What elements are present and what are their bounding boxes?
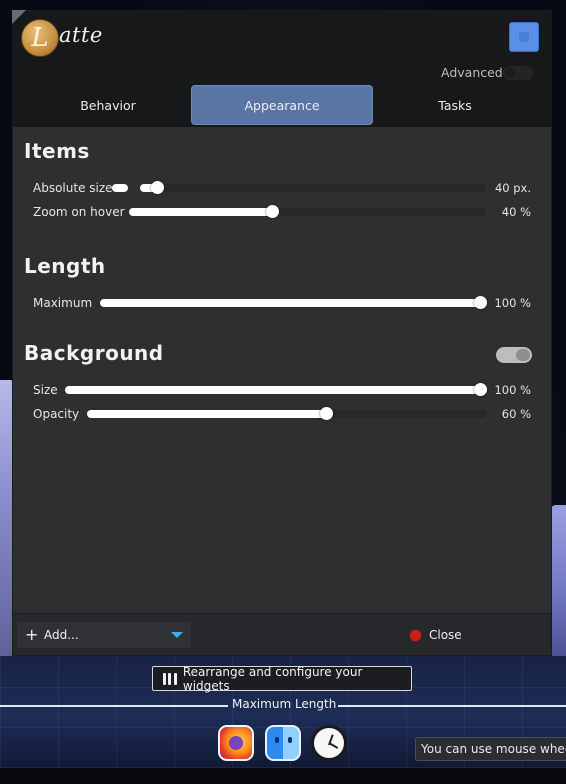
absolute-size-label: Absolute size [33,181,113,195]
zoom-on-hover-value: 40 % [501,205,531,219]
wallpaper-right-edge [550,505,566,660]
maximum-length-thumb[interactable] [474,296,487,309]
close-label: Close [429,628,462,642]
window-corner-marker [12,10,26,24]
add-label: Add... [44,628,79,642]
clock-icon[interactable] [311,725,347,761]
tab-appearance[interactable]: Appearance [191,85,373,125]
background-size-thumb[interactable] [474,383,487,396]
rearrange-icon [163,672,177,685]
window-footer: + Add... Close [13,613,551,655]
opacity-fill [87,410,326,418]
color-picker-button[interactable] [509,22,539,52]
zoom-on-hover-fill [129,208,272,216]
advanced-label: Advanced [441,65,503,80]
background-heading: Background [24,341,164,365]
close-icon [409,628,422,642]
chevron-down-icon[interactable] [171,632,183,638]
max-length-rule-left [0,705,228,707]
zoom-on-hover-slider[interactable] [129,205,486,218]
mouse-wheel-tooltip: You can use mouse wheel [415,737,566,761]
maximum-length-slider[interactable] [100,296,487,309]
background-toggle[interactable] [496,347,532,363]
screen-bottom-edge [0,768,566,784]
maximum-length-value: 100 % [494,296,531,310]
appearance-panel: Items Absolute size 40 px. Zoom on hover… [13,127,551,613]
advanced-toggle[interactable] [503,66,533,80]
opacity-value: 60 % [501,407,531,421]
rearrange-widgets-button[interactable]: Rearrange and configure your widgets [152,664,412,693]
background-size-fill [65,386,487,394]
latte-logo-icon: L [21,19,59,57]
brand-name: atte [59,23,103,47]
maximum-label: Maximum [33,296,93,310]
maximum-length-fill [100,299,487,307]
length-heading: Length [24,254,106,278]
close-button[interactable]: Close [409,622,462,648]
absolute-size-thumb[interactable] [151,181,164,194]
latte-settings-window: L atte Advanced Behavior Appearance Task… [12,10,552,656]
finder-icon[interactable] [265,725,301,761]
window-header: L atte Advanced Behavior Appearance Task… [13,11,551,127]
plus-icon: + [25,625,39,644]
background-size-value: 100 % [494,383,531,397]
absolute-size-lock-toggle[interactable] [112,184,128,192]
opacity-thumb[interactable] [320,407,333,420]
opacity-label: Opacity [33,407,80,421]
max-length-rule-right [338,705,566,707]
logo-letter: L [31,23,49,53]
add-button[interactable]: + Add... [17,622,191,648]
zoom-on-hover-label: Zoom on hover [33,205,125,219]
background-size-slider[interactable] [65,383,487,396]
tab-bar: Behavior Appearance Tasks [13,85,551,125]
rearrange-label: Rearrange and configure your widgets [182,664,363,693]
zoom-on-hover-thumb[interactable] [266,205,279,218]
tab-tasks[interactable]: Tasks [373,85,537,125]
items-heading: Items [24,139,90,163]
tab-behavior[interactable]: Behavior [13,85,203,125]
max-length-label: Maximum Length [232,697,337,711]
firefox-icon[interactable] [218,725,254,761]
absolute-size-slider[interactable] [140,181,486,194]
opacity-slider[interactable] [87,407,486,420]
size-label: Size [33,383,58,397]
absolute-size-value: 40 px. [494,181,531,195]
